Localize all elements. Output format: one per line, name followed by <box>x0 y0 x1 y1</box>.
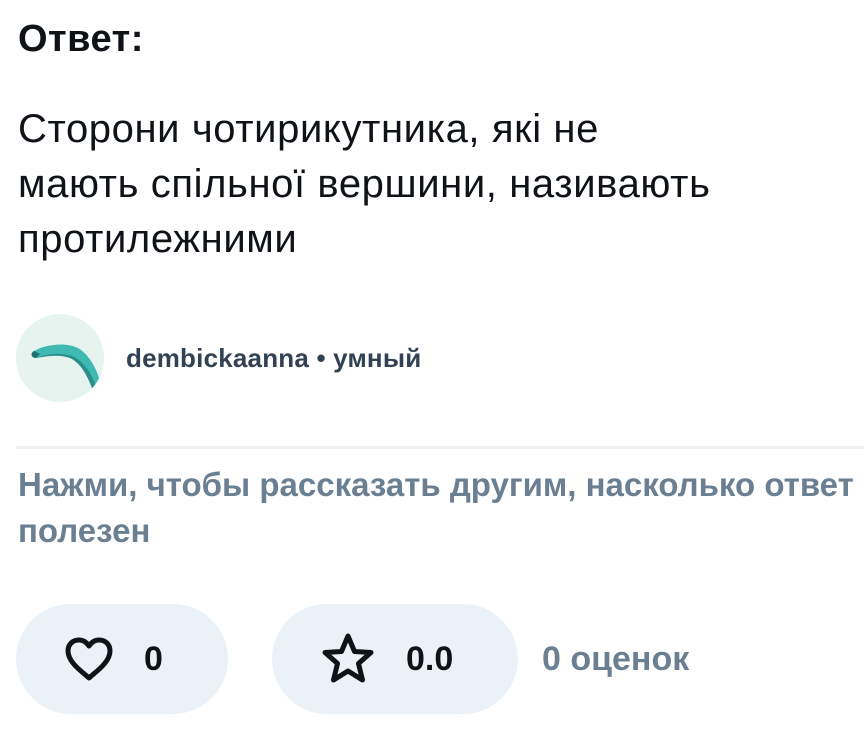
author-name[interactable]: dembickaanna • умный <box>126 343 421 374</box>
answer-heading: Ответ: <box>18 18 144 60</box>
author-block: dembickaanna • умный <box>16 314 421 402</box>
answer-card: Ответ: Сторони чотирикутника, які не маю… <box>0 0 864 749</box>
feedback-prompt-line: полезен <box>18 512 151 549</box>
star-icon <box>320 632 376 686</box>
abstract-avatar-icon <box>31 344 101 388</box>
feedback-prompt-line: Нажми, чтобы рассказать другим, наскольк… <box>18 466 854 503</box>
heart-icon <box>64 636 114 682</box>
avatar[interactable] <box>16 314 104 402</box>
rating-row: 0 0.0 0 оценок <box>16 604 689 714</box>
divider <box>16 446 864 449</box>
answer-line: Сторони чотирикутника, які не <box>18 107 599 151</box>
answer-body: Сторони чотирикутника, які не мають спіл… <box>18 102 864 267</box>
rate-button[interactable]: 0.0 <box>272 604 518 714</box>
feedback-prompt: Нажми, чтобы рассказать другим, наскольк… <box>18 462 864 554</box>
like-count: 0 <box>144 639 163 678</box>
answer-line: протилежними <box>18 217 298 261</box>
ratings-count: 0 оценок <box>542 639 690 678</box>
rating-score: 0.0 <box>406 639 454 678</box>
like-button[interactable]: 0 <box>16 604 228 714</box>
answer-line: мають спільної вершини, називають <box>18 162 711 206</box>
